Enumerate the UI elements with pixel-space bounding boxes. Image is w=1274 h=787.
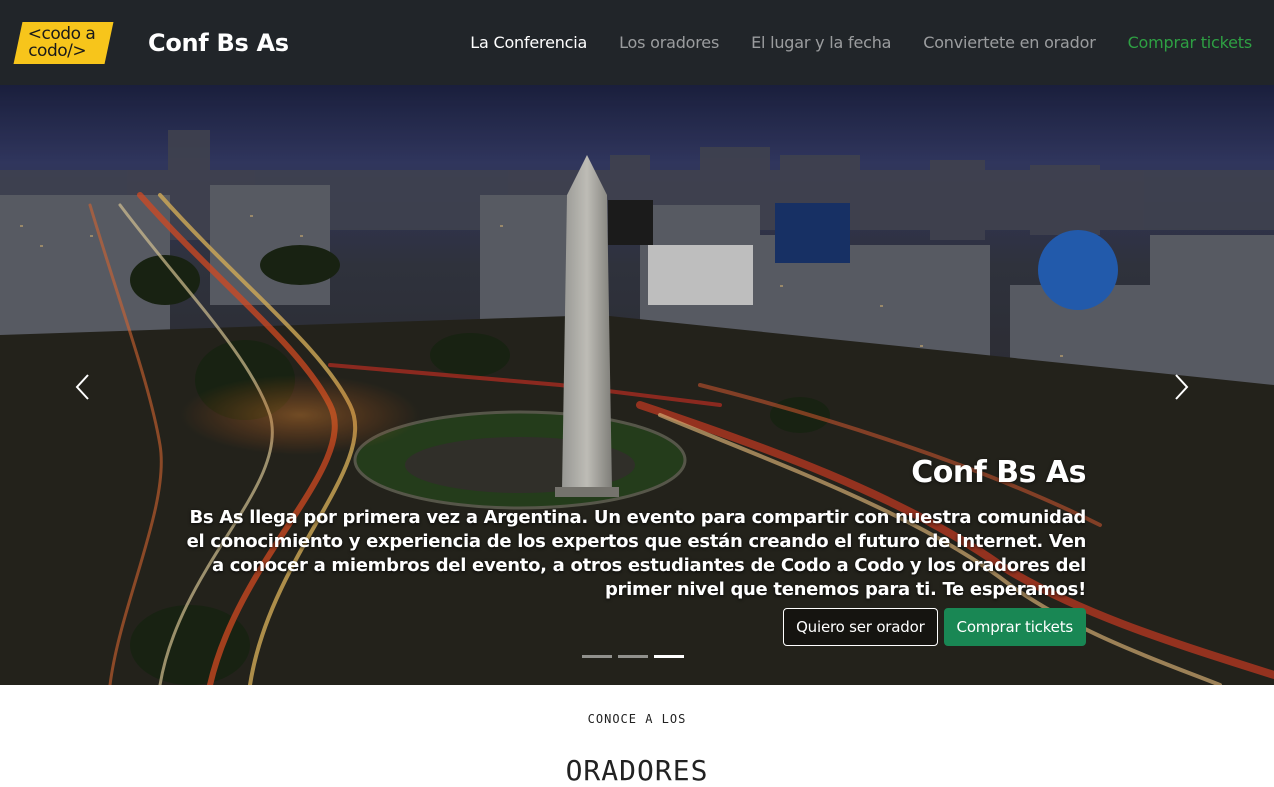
caption-title: Conf Bs As (911, 455, 1086, 490)
carousel-caption: Conf Bs As Bs As llega por primera vez a… (176, 455, 1087, 646)
carousel-next-button[interactable] (1162, 367, 1202, 407)
section-pre-title: CONOCE A LOS (587, 712, 687, 726)
chevron-right-icon (1175, 374, 1189, 400)
hero-carousel: Conf Bs As Bs As llega por primera vez a… (0, 85, 1274, 685)
brand[interactable]: <codo a codo/> Conf Bs As (13, 21, 289, 64)
nav-link-los-oradores[interactable]: Los oradores (619, 33, 719, 52)
nav-link-la-conferencia[interactable]: La Conferencia (470, 33, 587, 52)
nav-link-comprar-tickets[interactable]: Comprar tickets (1128, 33, 1253, 52)
nav-link-el-lugar-y-la-fecha[interactable]: El lugar y la fecha (751, 33, 891, 52)
carousel-indicator-2[interactable] (618, 655, 648, 658)
caption-buttons: Quiero ser orador Comprar tickets (176, 608, 1086, 646)
top-navbar: <codo a codo/> Conf Bs As La Conferencia… (0, 0, 1274, 85)
comprar-tickets-button[interactable]: Comprar tickets (943, 608, 1086, 646)
caption-text: Bs As llega por primera vez a Argentina.… (186, 507, 1087, 600)
carousel-indicator-1[interactable] (582, 655, 612, 658)
carousel-indicators (582, 655, 684, 658)
carousel-indicator-3[interactable] (654, 655, 684, 658)
speakers-section: CONOCE A LOS ORADORES (0, 685, 1274, 787)
codo-a-codo-logo[interactable]: <codo a codo/> (13, 21, 114, 64)
quiero-ser-orador-button[interactable]: Quiero ser orador (783, 608, 938, 646)
nav-link-conviertete-en-orador[interactable]: Conviertete en orador (923, 33, 1096, 52)
section-title: ORADORES (565, 754, 709, 787)
chevron-left-icon (75, 374, 89, 400)
brand-title[interactable]: Conf Bs As (148, 29, 289, 57)
logo-line-1: <codo a (27, 23, 96, 44)
nav-links: La Conferencia Los oradores El lugar y l… (438, 0, 1252, 85)
carousel-prev-button[interactable] (62, 367, 102, 407)
logo-line-2: codo/> (28, 40, 87, 61)
